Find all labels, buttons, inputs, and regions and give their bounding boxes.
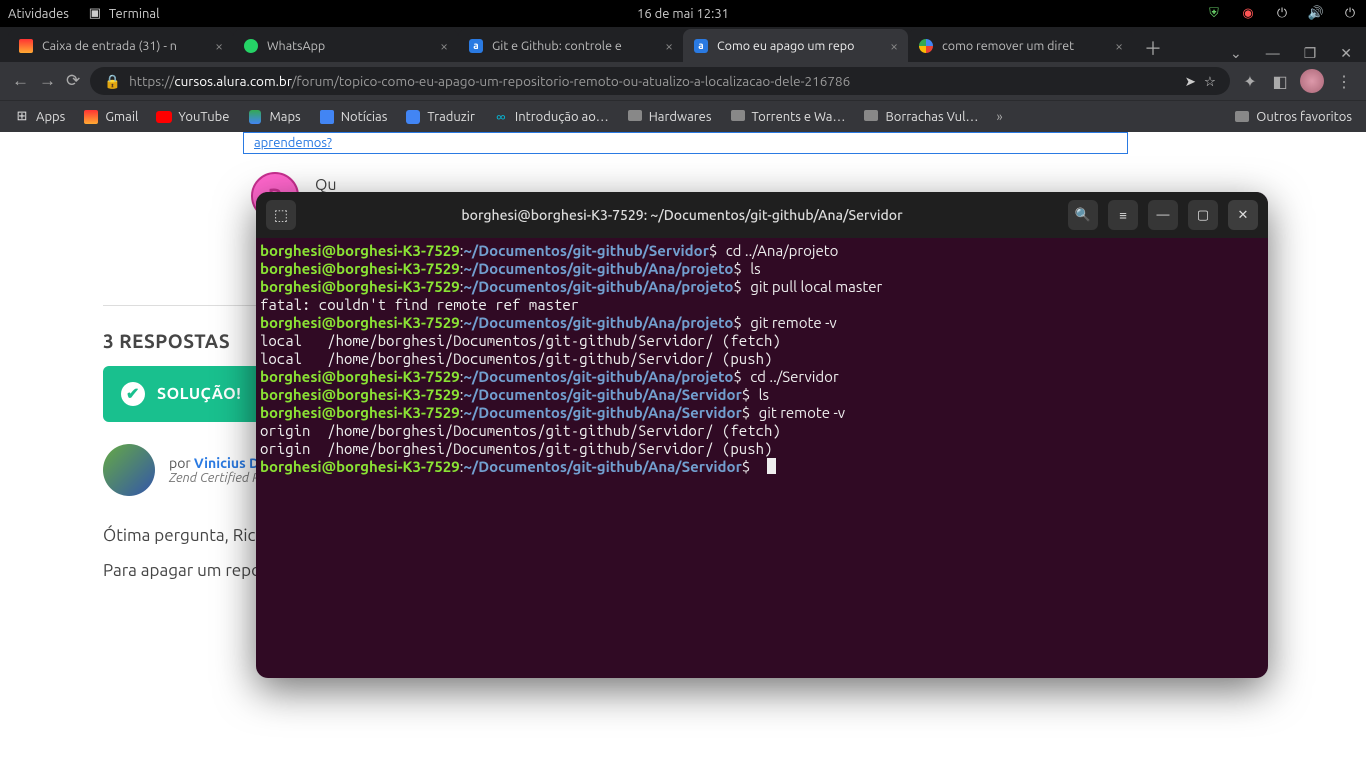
bookmark-icon	[405, 109, 421, 125]
solution-label: SOLUÇÃO!	[157, 385, 241, 403]
apps-shortcut[interactable]: ⊞ Apps	[14, 109, 65, 125]
bookmark-item[interactable]: Gmail	[83, 109, 138, 125]
check-icon: ✔	[121, 382, 145, 406]
bookmark-icon: ∞	[493, 109, 509, 125]
network-icon[interactable]: ⏻	[1274, 6, 1290, 22]
new-tab-terminal-button[interactable]: ⬚	[266, 200, 296, 230]
bookmark-label: Notícias	[341, 110, 388, 124]
tab-label: Git e Github: controle e	[492, 39, 622, 53]
terminal-window[interactable]: ⬚ borghesi@borghesi-K3-7529: ~/Documento…	[256, 192, 1268, 678]
bookmarks-overflow-icon[interactable]: »	[997, 110, 1003, 124]
terminal-icon: ▣	[87, 6, 103, 22]
apps-label: Apps	[36, 110, 65, 124]
tab-label: como remover um diret	[942, 39, 1074, 53]
browser-tab[interactable]: a Como eu apago um repo ×	[683, 29, 908, 62]
terminal-title: borghesi@borghesi-K3-7529: ~/Documentos/…	[296, 207, 1068, 223]
tab-label: Como eu apago um repo	[717, 39, 854, 53]
browser-tab[interactable]: como remover um diret ×	[908, 29, 1133, 62]
tab-label: WhatsApp	[267, 39, 325, 53]
send-icon[interactable]: ➤	[1185, 73, 1196, 90]
tab-dropdown-icon[interactable]: ⌄	[1230, 45, 1242, 62]
power-icon[interactable]: ⏻	[1342, 6, 1358, 22]
tab-close-icon[interactable]: ×	[215, 38, 223, 54]
folder-icon	[1234, 109, 1250, 125]
tab-close-icon[interactable]: ×	[890, 38, 898, 54]
bookmark-icon	[83, 109, 99, 125]
new-tab-button[interactable]: ＋	[1139, 34, 1167, 62]
activities-button[interactable]: Atividades	[8, 7, 69, 21]
bookmark-item[interactable]: YouTube	[156, 109, 229, 125]
menu-icon[interactable]: ⋮	[1334, 72, 1354, 91]
back-button[interactable]: ←	[12, 71, 29, 91]
bookmark-icon	[863, 109, 879, 125]
tab-favicon	[918, 38, 934, 54]
bookmark-item[interactable]: ∞ Introdução ao…	[493, 109, 609, 125]
current-app-label: Terminal	[109, 7, 160, 21]
bookmarks-bar: ⊞ Apps Gmail YouTube Maps Notícias Traduzir ∞ I…	[0, 100, 1366, 132]
maximize-icon[interactable]: ▢	[1188, 200, 1218, 230]
bookmark-item[interactable]: Hardwares	[627, 109, 712, 125]
discord-icon[interactable]: ◉	[1240, 6, 1256, 22]
bookmark-item[interactable]: Borrachas Vul…	[863, 109, 978, 125]
clock[interactable]: 16 de mai 12:31	[637, 7, 729, 21]
bookmark-icon	[730, 109, 746, 125]
tab-favicon	[18, 38, 34, 54]
tab-favicon	[243, 38, 259, 54]
current-app[interactable]: ▣ Terminal	[87, 6, 160, 22]
apps-grid-icon: ⊞	[14, 109, 30, 125]
bookmark-item[interactable]: Maps	[247, 109, 300, 125]
tab-favicon: a	[693, 38, 709, 54]
browser-tab[interactable]: a Git e Github: controle e ×	[458, 29, 683, 62]
lock-icon: 🔒	[104, 73, 121, 90]
close-icon[interactable]: ✕	[1228, 200, 1258, 230]
extensions-icon[interactable]: ✦	[1240, 72, 1260, 91]
reload-button[interactable]: ⟳	[66, 71, 80, 91]
bookmark-label: Traduzir	[427, 110, 474, 124]
window-restore-button[interactable]: ❐	[1304, 45, 1317, 62]
bookmark-item[interactable]: Torrents e Wa…	[730, 109, 846, 125]
tab-close-icon[interactable]: ×	[665, 38, 673, 54]
window-close-button[interactable]: ✕	[1340, 45, 1352, 62]
bookmark-label: Gmail	[105, 110, 138, 124]
terminal-titlebar[interactable]: ⬚ borghesi@borghesi-K3-7529: ~/Documento…	[256, 192, 1268, 238]
bookmark-label: YouTube	[178, 110, 229, 124]
browser-tab-strip: Caixa de entrada (31) - n × WhatsApp × a Git …	[0, 27, 1366, 62]
answerer-avatar	[103, 444, 155, 496]
profile-avatar[interactable]	[1300, 69, 1324, 93]
bookmark-label: Borrachas Vul…	[885, 110, 978, 124]
bookmark-icon	[247, 109, 263, 125]
browser-toolbar: ← → ⟳ 🔒 https://cursos.alura.com.br/foru…	[0, 62, 1366, 100]
browser-tab[interactable]: Caixa de entrada (31) - n ×	[8, 29, 233, 62]
shield-icon[interactable]: ⛨	[1206, 6, 1222, 22]
bookmark-icon	[156, 109, 172, 125]
tab-close-icon[interactable]: ×	[440, 38, 448, 54]
other-bookmarks-label: Outros favoritos	[1256, 110, 1352, 124]
bookmark-item[interactable]: Notícias	[319, 109, 388, 125]
gnome-top-bar: Atividades ▣ Terminal 16 de mai 12:31 ⛨ …	[0, 0, 1366, 27]
bookmark-label: Torrents e Wa…	[752, 110, 846, 124]
bookmark-label: Maps	[269, 110, 300, 124]
address-bar[interactable]: 🔒 https://cursos.alura.com.br/forum/topi…	[90, 67, 1230, 95]
hamburger-icon[interactable]: ≡	[1108, 200, 1138, 230]
bookmark-item[interactable]: Traduzir	[405, 109, 474, 125]
bookmark-icon	[627, 109, 643, 125]
tab-favicon: a	[468, 38, 484, 54]
side-panel-icon[interactable]: ◧	[1270, 72, 1290, 91]
tab-label: Caixa de entrada (31) - n	[42, 39, 177, 53]
volume-icon[interactable]: 🔊	[1308, 6, 1324, 22]
forward-button[interactable]: →	[39, 71, 56, 91]
star-icon[interactable]: ☆	[1204, 73, 1216, 90]
other-bookmarks[interactable]: Outros favoritos	[1234, 109, 1352, 125]
url-text: https://cursos.alura.com.br/forum/topico…	[129, 73, 850, 89]
browser-tab[interactable]: WhatsApp ×	[233, 29, 458, 62]
tab-close-icon[interactable]: ×	[1115, 38, 1123, 54]
window-minimize-button[interactable]: —	[1266, 45, 1280, 62]
terminal-output[interactable]: borghesi@borghesi-K3-7529:~/Documentos/g…	[256, 238, 1268, 480]
search-icon[interactable]: 🔍	[1068, 200, 1098, 230]
bookmark-label: Hardwares	[649, 110, 712, 124]
bookmark-label: Introdução ao…	[515, 110, 609, 124]
minimize-icon[interactable]: —	[1148, 200, 1178, 230]
referenced-video-link[interactable]: aprendemos?	[243, 132, 1128, 154]
bookmark-icon	[319, 109, 335, 125]
